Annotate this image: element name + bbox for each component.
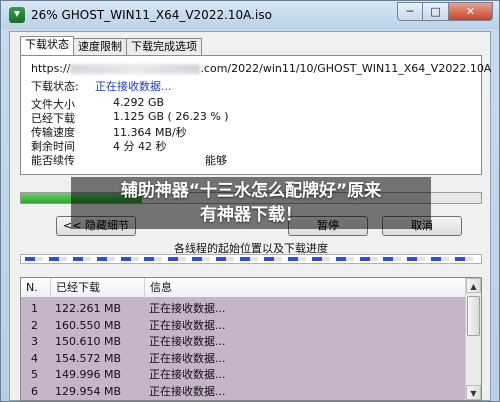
column-header-info[interactable]: 信息	[145, 278, 467, 298]
table-row[interactable]: 1 122.261 MB 正在接收数据...	[21, 300, 467, 317]
thread-segment	[168, 257, 187, 261]
maximize-button[interactable]: □	[423, 2, 449, 21]
column-header-index[interactable]: N.	[21, 278, 51, 298]
row-info: 正在接收数据...	[149, 351, 226, 365]
scroll-down-icon[interactable]: ▼	[466, 385, 481, 400]
thread-segment	[359, 257, 378, 261]
thread-segment	[263, 257, 282, 261]
url-redacted	[70, 64, 201, 74]
thread-segment	[407, 257, 426, 261]
row-info: 正在接收数据...	[149, 302, 226, 315]
thread-segment	[287, 257, 306, 261]
row-info: 正在接收数据...	[149, 318, 226, 332]
row-downloaded: 149.996 MB	[55, 368, 122, 381]
table-row[interactable]: 3 150.610 MB 正在接收数据...	[21, 333, 467, 350]
window-title: 26% GHOST_WIN11_X64_V2022.10A.iso	[31, 8, 272, 22]
url-row: https:// .com/2022/win11/10/GHOST_WIN11_X…	[31, 62, 491, 75]
url-prefix: https://	[31, 62, 71, 75]
row-index: 1	[31, 302, 38, 315]
row-downloaded: 122.261 MB	[55, 302, 122, 315]
list-scrollbar[interactable]: ▲ ▼	[465, 278, 481, 400]
thread-segment	[48, 257, 67, 261]
table-row[interactable]: 6 129.954 MB 正在接收数据...	[21, 383, 467, 400]
row-index: 4	[31, 351, 38, 365]
thread-segment	[96, 257, 115, 261]
thread-segment	[72, 257, 91, 261]
overlay-line-2: 有神器下载！	[200, 205, 302, 225]
downloaded-value: 1.125 GB ( 26.23 % )	[113, 110, 229, 123]
row-downloaded: 160.550 MB	[55, 318, 122, 332]
thread-segment	[455, 257, 474, 261]
scroll-up-icon[interactable]: ▲	[466, 278, 481, 293]
status-panel: https:// .com/2022/win11/10/GHOST_WIN11_X…	[20, 55, 491, 175]
status-row: 下载状态: 正在接收数据...	[31, 78, 172, 94]
thread-segment	[120, 257, 139, 261]
row-downloaded: 129.954 MB	[55, 384, 122, 398]
thread-list-header: N. 已经下载 信息	[21, 278, 467, 298]
thread-segment	[25, 257, 43, 261]
tab-download-status[interactable]: 下载状态	[20, 36, 74, 55]
row-index: 3	[31, 335, 38, 348]
url-suffix: .com/2022/win11/10/GHOST_WIN11_X64_V2022…	[200, 62, 492, 75]
minimize-button[interactable]: ─	[397, 2, 423, 21]
overlay-line-1: 辅助神器“十三水怎么配牌好”原来	[120, 181, 382, 201]
row-info: 正在接收数据...	[149, 384, 226, 398]
download-window: 26% GHOST_WIN11_X64_V2022.10A.iso ─ □ ✕ …	[0, 0, 500, 402]
title-bar: 26% GHOST_WIN11_X64_V2022.10A.iso ─ □ ✕	[1, 1, 499, 29]
thread-segment	[144, 257, 163, 261]
status-value: 正在接收数据...	[95, 80, 172, 93]
row-info: 正在接收数据...	[149, 335, 226, 348]
thread-segment	[383, 257, 402, 261]
tab-strip: 下载状态 速度限制 下载完成选项	[20, 36, 202, 55]
row-index: 6	[31, 384, 38, 398]
thread-segment	[216, 257, 235, 261]
download-app-icon	[9, 7, 25, 23]
thread-progress-bar	[20, 254, 482, 264]
thread-segment	[192, 257, 211, 261]
thread-segment	[311, 257, 330, 261]
thread-segment	[431, 257, 450, 261]
row-info: 正在接收数据...	[149, 368, 226, 381]
thread-segment	[240, 257, 259, 261]
row-index: 5	[31, 368, 38, 381]
status-label: 下载状态:	[31, 80, 79, 93]
row-downloaded: 150.610 MB	[55, 335, 122, 348]
file-size-value: 4.292 GB	[113, 96, 165, 109]
close-button[interactable]: ✕	[449, 2, 493, 21]
promo-overlay: 辅助神器“十三水怎么配牌好”原来 有神器下载！	[71, 177, 431, 229]
tab-completion-options[interactable]: 下载完成选项	[126, 38, 202, 55]
row-index: 2	[31, 318, 38, 332]
resume-row: 能否续传 能够	[31, 152, 227, 168]
scroll-thumb[interactable]	[467, 296, 480, 336]
table-row[interactable]: 5 149.996 MB 正在接收数据...	[21, 366, 467, 383]
thread-segment	[335, 257, 354, 261]
resume-value: 能够	[205, 154, 227, 167]
thread-list[interactable]: N. 已经下载 信息 1 122.261 MB 正在接收数据... 2 160.550 …	[20, 277, 482, 401]
row-downloaded: 154.572 MB	[55, 351, 122, 365]
tab-speed-limit[interactable]: 速度限制	[73, 38, 127, 55]
resume-label: 能否续传	[31, 154, 75, 167]
column-header-downloaded[interactable]: 已经下载	[51, 278, 145, 298]
table-row[interactable]: 2 160.550 MB 正在接收数据...	[21, 317, 467, 334]
table-row[interactable]: 4 154.572 MB 正在接收数据...	[21, 350, 467, 367]
remaining-value: 4 分 42 秒	[113, 140, 167, 153]
